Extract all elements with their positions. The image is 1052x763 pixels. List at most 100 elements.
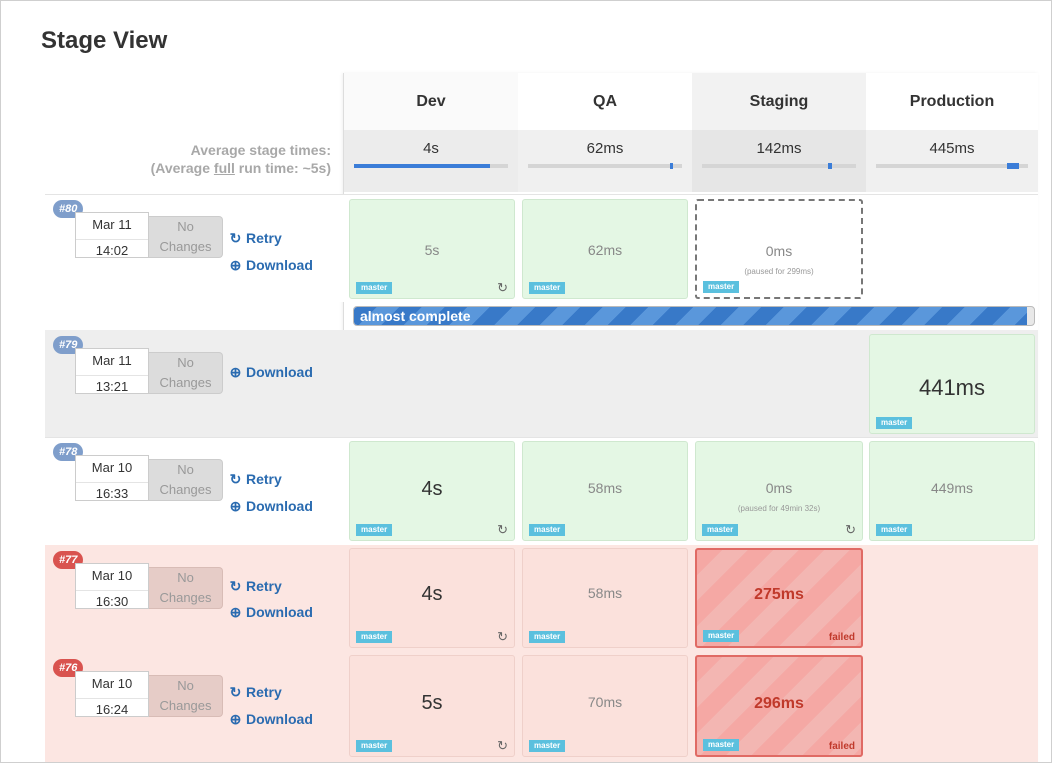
retry-label: Retry: [246, 684, 282, 700]
changes-box[interactable]: No Changes: [149, 352, 223, 394]
stage-cell-qa[interactable]: 70ms master: [522, 655, 688, 757]
stage-time: 5s: [424, 242, 440, 258]
retry-link[interactable]: ↻ Retry: [229, 578, 282, 595]
changes-box[interactable]: No Changes: [149, 459, 223, 501]
stage-cell-dev[interactable]: 4s master ↻: [349, 441, 515, 541]
retry-label: Retry: [246, 578, 282, 594]
stage-cell-production[interactable]: 441ms master: [869, 334, 1035, 434]
retry-icon: ↻: [229, 230, 242, 246]
run-row-80: #80 Mar 11 14:02 No Changes ↻ Retry ⊕ Downl…: [45, 194, 343, 302]
run-date-box: Mar 10 16:24: [75, 671, 149, 717]
stage-cell-qa[interactable]: 58ms master: [522, 441, 688, 541]
run-date-box: Mar 11 14:02: [75, 212, 149, 258]
branch-tag: master: [702, 524, 739, 536]
download-label: Download: [246, 711, 313, 727]
run-date: Mar 11: [92, 217, 132, 232]
avg-bar-marker: [1006, 163, 1019, 169]
avg-bar-staging: [702, 163, 856, 169]
run-row-79: #79 Mar 11 13:21 No Changes ⊕ Download: [45, 330, 343, 437]
download-link[interactable]: ⊕ Download: [229, 364, 313, 381]
branch-tag: master: [876, 524, 913, 536]
run-date: Mar 10: [91, 676, 133, 691]
stage-time: 449ms: [930, 480, 974, 496]
changes-no: No: [177, 355, 194, 370]
branch-tag: master: [356, 740, 393, 752]
stage-cell-staging-failed[interactable]: 296ms master failed: [695, 655, 863, 757]
branch-tag: master: [356, 282, 393, 294]
changes-no: No: [177, 219, 194, 234]
retry-link[interactable]: ↻ Retry: [229, 471, 282, 488]
stage-time: 58ms: [587, 480, 623, 496]
stage-time: 58ms: [587, 585, 623, 601]
run-date: Mar 11: [92, 353, 132, 368]
stage-time: 4s: [421, 583, 443, 605]
stage-cell-qa[interactable]: 62ms master: [522, 199, 688, 299]
download-label: Download: [246, 604, 313, 620]
changes-label: Changes: [159, 698, 212, 713]
download-icon: ⊕: [229, 711, 242, 727]
retry-link[interactable]: ↻ Retry: [229, 684, 282, 701]
changes-label: Changes: [159, 375, 212, 390]
changes-box[interactable]: No Changes: [149, 216, 223, 258]
changes-box[interactable]: No Changes: [149, 675, 223, 717]
stage-cell-staging[interactable]: 0ms (paused for 49min 32s) master ↻: [695, 441, 863, 541]
run-time: 16:24: [76, 698, 148, 717]
run-date: Mar 10: [91, 568, 133, 583]
run-time: 13:21: [76, 375, 148, 394]
paused-note: (paused for 49min 32s): [737, 504, 821, 513]
changes-label: Changes: [159, 482, 212, 497]
branch-tag: master: [703, 281, 740, 293]
changes-label: Changes: [159, 590, 212, 605]
stage-cell-dev[interactable]: 5s master ↻: [349, 655, 515, 757]
download-link[interactable]: ⊕ Download: [229, 498, 313, 515]
download-link[interactable]: ⊕ Download: [229, 257, 313, 274]
retry-icon: ↻: [229, 684, 242, 700]
stage-time: 5s: [421, 692, 443, 714]
retry-link[interactable]: ↻ Retry: [229, 230, 282, 247]
stage-time: 4s: [421, 478, 443, 500]
stage-header-dev: Dev: [344, 73, 518, 130]
avg-bar-production: [876, 163, 1028, 169]
stage-header-staging: Staging: [692, 73, 866, 130]
rerun-icon[interactable]: ↻: [497, 738, 508, 754]
retry-icon: ↻: [229, 471, 242, 487]
retry-icon: ↻: [229, 578, 242, 594]
stage-time: 275ms: [754, 586, 804, 603]
branch-tag: master: [529, 740, 566, 752]
run-date-box: Mar 10 16:33: [75, 455, 149, 501]
avg-bar-dev: [354, 164, 508, 168]
rerun-icon[interactable]: ↻: [497, 629, 508, 645]
avg-time-staging: 142ms: [756, 140, 802, 157]
average-full-link[interactable]: full: [214, 160, 235, 176]
download-link[interactable]: ⊕ Download: [229, 711, 313, 728]
stage-cell-dev[interactable]: 5s master ↻: [349, 199, 515, 299]
download-icon: ⊕: [229, 257, 242, 273]
stage-header-production: Production: [866, 73, 1038, 130]
download-label: Download: [246, 257, 313, 273]
stage-cell-production[interactable]: 449ms master: [869, 441, 1035, 541]
average-label-line2: (Average full run time: ~5s): [61, 159, 331, 177]
avg-bar-fill: [354, 164, 490, 168]
branch-tag: master: [529, 282, 566, 294]
run-row-76: #76 Mar 10 16:24 No Changes ↻ Retry ⊕ Downl…: [45, 653, 343, 762]
stage-cell-dev[interactable]: 4s master ↻: [349, 548, 515, 648]
progress-label: almost complete: [360, 308, 471, 324]
rerun-icon[interactable]: ↻: [497, 280, 508, 296]
average-prefix: (Average: [150, 160, 214, 176]
download-link[interactable]: ⊕ Download: [229, 604, 313, 621]
download-icon: ⊕: [229, 498, 242, 514]
stage-cell-staging-paused[interactable]: 0ms (paused for 299ms) master: [695, 199, 863, 299]
average-label-line1: Average stage times:: [190, 142, 331, 158]
avg-time-production: 445ms: [929, 140, 975, 157]
stage-cell-staging-failed[interactable]: 275ms master failed: [695, 548, 863, 648]
avg-bar-marker: [827, 163, 832, 169]
retry-label: Retry: [246, 471, 282, 487]
changes-box[interactable]: No Changes: [149, 567, 223, 609]
branch-tag: master: [529, 631, 566, 643]
rerun-icon[interactable]: ↻: [497, 522, 508, 538]
branch-tag: master: [356, 524, 393, 536]
rerun-icon[interactable]: ↻: [845, 522, 856, 538]
avg-dev: 4s: [344, 130, 518, 192]
stage-cell-qa[interactable]: 58ms master: [522, 548, 688, 648]
branch-tag: master: [356, 631, 393, 643]
